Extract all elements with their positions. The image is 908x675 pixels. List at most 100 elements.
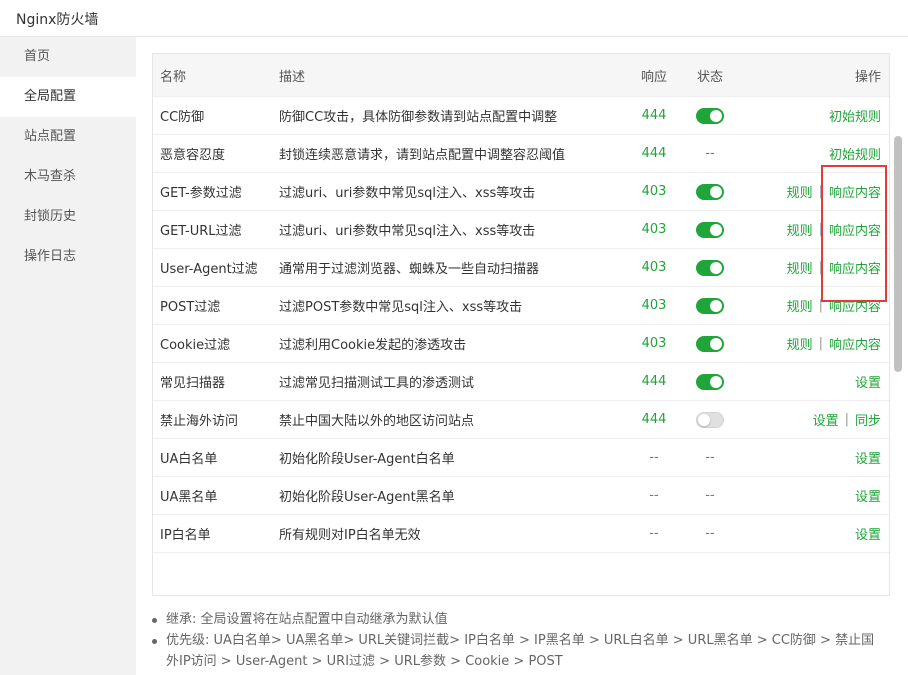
header-desc: 描述 [279,69,306,85]
status-toggle[interactable] [696,335,724,352]
table-row: Cookie过滤 过滤利用Cookie发起的渗透攻击 403 规则 | 响应内容 [153,325,889,363]
status-toggle[interactable] [696,221,724,238]
rule-name: UA黑名单 [160,490,218,505]
rule-actions: 初始规则 [829,97,881,134]
status-toggle[interactable] [696,107,724,124]
toggle-knob [710,299,722,312]
header-status: 状态 [696,69,723,85]
action-link[interactable]: 响应内容 [829,334,881,353]
header-name: 名称 [160,69,187,85]
toggle-knob [710,375,722,388]
status-toggle[interactable] [696,183,724,200]
sidebar-item[interactable]: 木马查杀 [0,157,136,197]
rule-name: IP白名单 [160,528,211,543]
rule-desc: 过滤利用Cookie发起的渗透攻击 [279,338,467,353]
rule-actions: 设置 [855,439,881,476]
notes: 继承: 全局设置将在站点配置中自动继承为默认值 优先级: UA白名单> UA黑名单… [148,609,878,672]
rule-name: GET-URL过滤 [160,224,242,239]
table-row: UA黑名单 初始化阶段User-Agent黑名单 -- -- 设置 [153,477,889,515]
rule-desc: 防御CC攻击，具体防御参数请到站点配置中调整 [279,110,558,125]
action-separator: | [818,298,823,313]
table-header: 名称 描述 响应 状态 操作 [153,54,889,97]
sidebar-item[interactable]: 操作日志 [0,237,136,277]
table-row: User-Agent过滤 通常用于过滤浏览器、蜘蛛及一些自动扫描器 403 规则 | 响应… [153,249,889,287]
action-link[interactable]: 设置 [855,524,881,543]
sidebar: 首页 全局配置 站点配置 木马查杀 封锁历史 操作日志 [0,37,136,675]
note-item: 继承: 全局设置将在站点配置中自动继承为默认值 [148,609,878,630]
toggle-knob [710,109,722,122]
table-row: 常见扫描器 过滤常见扫描测试工具的渗透测试 444 设置 [153,363,889,401]
rule-actions: 规则 | 响应内容 [787,211,881,248]
action-link[interactable]: 初始规则 [829,144,881,163]
action-link[interactable]: 设置 [813,410,839,429]
action-link[interactable]: 规则 [787,182,813,201]
table-row: POST过滤 过滤POST参数中常见sql注入、xss等攻击 403 规则 | 响应内容 [153,287,889,325]
table-body: CC防御 防御CC攻击，具体防御参数请到站点配置中调整 444 初始规则 恶意容忍度 封锁… [153,97,889,553]
action-link[interactable]: 响应内容 [829,258,881,277]
rule-desc: 过滤POST参数中常见sql注入、xss等攻击 [279,300,523,315]
rule-desc: 初始化阶段User-Agent白名单 [279,452,455,467]
scrollbar[interactable] [893,53,903,596]
action-link[interactable]: 响应内容 [829,296,881,315]
scrollbar-thumb[interactable] [894,136,902,372]
window-titlebar: Nginx防火墙 [0,0,908,37]
rule-status: -- [705,488,715,503]
rule-response: 403 [641,184,667,199]
rule-status [685,401,735,438]
status-toggle[interactable] [696,373,724,390]
note-item: 优先级: UA白名单> UA黑名单> URL关键词拦截> IP白名单 > IP黑… [148,630,878,672]
rule-actions: 规则 | 响应内容 [787,249,881,286]
table-row: CC防御 防御CC攻击，具体防御参数请到站点配置中调整 444 初始规则 [153,97,889,135]
table-row: IP白名单 所有规则对IP白名单无效 -- -- 设置 [153,515,889,553]
rule-name: UA白名单 [160,452,218,467]
action-separator: | [818,260,823,275]
action-link[interactable]: 同步 [855,410,881,429]
notes-list: 继承: 全局设置将在站点配置中自动继承为默认值 优先级: UA白名单> UA黑名单… [148,609,878,672]
toggle-knob [710,337,722,350]
action-separator: | [818,184,823,199]
sidebar-item[interactable]: 封锁历史 [0,197,136,237]
rule-actions: 规则 | 响应内容 [787,287,881,324]
rule-name: User-Agent过滤 [160,262,258,277]
rule-status: -- [705,146,715,161]
rule-desc: 所有规则对IP白名单无效 [279,528,421,543]
toggle-knob [710,261,722,274]
action-link[interactable]: 规则 [787,220,813,239]
action-link[interactable]: 响应内容 [829,182,881,201]
rule-status [685,211,735,248]
status-toggle[interactable] [696,411,724,428]
rule-status [685,249,735,286]
rule-response: -- [649,526,659,541]
rule-actions: 设置 [855,477,881,514]
sidebar-item[interactable]: 全局配置 [0,77,136,117]
rule-desc: 过滤uri、uri参数中常见sql注入、xss等攻击 [279,224,536,239]
header-resp: 响应 [640,69,667,85]
rule-status [685,97,735,134]
window-title: Nginx防火墙 [16,12,99,28]
action-link[interactable]: 规则 [787,334,813,353]
action-link[interactable]: 响应内容 [829,220,881,239]
table-row: GET-参数过滤 过滤uri、uri参数中常见sql注入、xss等攻击 403 规则 |… [153,173,889,211]
rule-response: 403 [641,222,667,237]
table-row: UA白名单 初始化阶段User-Agent白名单 -- -- 设置 [153,439,889,477]
action-link[interactable]: 规则 [787,296,813,315]
toggle-knob [710,185,722,198]
sidebar-item[interactable]: 站点配置 [0,117,136,157]
action-link[interactable]: 设置 [855,448,881,467]
action-separator: | [818,336,823,351]
rule-actions: 初始规则 [829,135,881,172]
action-link[interactable]: 规则 [787,258,813,277]
action-link[interactable]: 设置 [855,372,881,391]
rule-name: POST过滤 [160,300,221,315]
action-link[interactable]: 初始规则 [829,106,881,125]
status-toggle[interactable] [696,259,724,276]
rule-desc: 过滤常见扫描测试工具的渗透测试 [279,376,475,391]
action-link[interactable]: 设置 [855,486,881,505]
sidebar-item[interactable]: 首页 [0,37,136,77]
rule-actions: 设置 [855,515,881,552]
rule-actions: 规则 | 响应内容 [787,325,881,362]
rule-desc: 通常用于过滤浏览器、蜘蛛及一些自动扫描器 [279,262,540,277]
action-separator: | [844,412,849,427]
rule-name: GET-参数过滤 [160,186,242,201]
status-toggle[interactable] [696,297,724,314]
